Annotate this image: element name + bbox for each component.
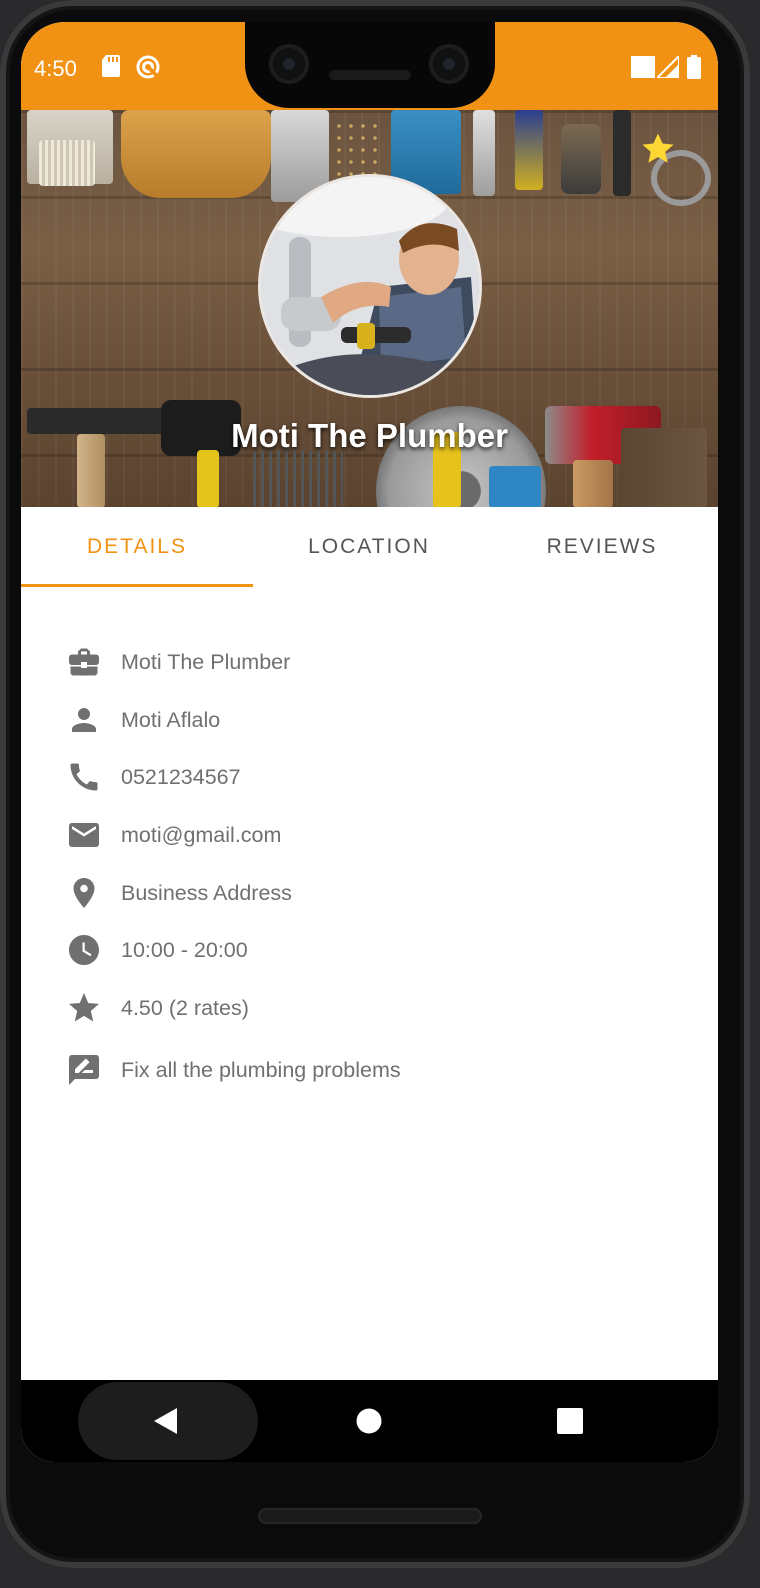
detail-owner-name: Moti Aflalo <box>65 702 220 739</box>
briefcase-icon <box>65 644 102 681</box>
front-sensor <box>429 44 469 84</box>
hours-text: 10:00 - 20:00 <box>121 937 248 962</box>
email-icon <box>65 817 102 854</box>
device-frame: 4:50 Moti The Plumber DETAILS LOCATION R… <box>0 0 750 1568</box>
detail-email[interactable]: moti@gmail.com <box>65 817 281 854</box>
system-nav-bar <box>21 1380 718 1462</box>
business-avatar <box>258 174 482 398</box>
status-time: 4:50 <box>34 56 77 81</box>
detail-phone[interactable]: 0521234567 <box>65 759 241 796</box>
tab-location[interactable]: LOCATION <box>253 507 485 587</box>
address-text: Business Address <box>121 880 292 905</box>
description-text: Fix all the plumbing problems <box>121 1057 401 1082</box>
detail-rating: 4.50 (2 rates) <box>65 990 249 1027</box>
earpiece-speaker <box>329 70 411 80</box>
wifi-icon <box>631 56 655 78</box>
business-name-text: Moti The Plumber <box>121 649 291 674</box>
rating-text: 4.50 (2 rates) <box>121 995 249 1020</box>
star-icon <box>65 990 102 1027</box>
front-camera <box>269 44 309 84</box>
home-icon[interactable] <box>355 1407 383 1435</box>
sync-status-icon <box>136 55 161 80</box>
battery-icon <box>687 55 701 79</box>
detail-business-name: Moti The Plumber <box>65 644 290 681</box>
owner-name-text: Moti Aflalo <box>121 707 221 732</box>
tab-details[interactable]: DETAILS <box>21 507 253 587</box>
detail-address[interactable]: Business Address <box>65 875 292 912</box>
active-tab-indicator <box>21 584 253 587</box>
location-pin-icon <box>65 875 102 912</box>
person-icon <box>65 702 102 739</box>
recent-apps-icon[interactable] <box>556 1407 584 1435</box>
detail-description: Fix all the plumbing problems <box>65 1052 401 1089</box>
plumber-photo <box>261 177 479 395</box>
detail-hours: 10:00 - 20:00 <box>65 932 248 969</box>
phone-text: 0521234567 <box>121 764 241 789</box>
favorite-star-icon[interactable] <box>639 130 677 168</box>
back-icon[interactable] <box>151 1406 181 1436</box>
phone-icon <box>65 759 102 796</box>
tab-reviews[interactable]: REVIEWS <box>486 507 718 587</box>
edit-note-icon <box>65 1052 102 1089</box>
app-screen: 4:50 Moti The Plumber DETAILS LOCATION R… <box>21 22 718 1462</box>
cell-signal-icon <box>657 56 679 78</box>
sd-card-icon <box>102 55 120 77</box>
tab-bar: DETAILS LOCATION REVIEWS <box>21 507 718 587</box>
clock-icon <box>65 932 102 969</box>
camera-notch <box>245 22 495 108</box>
business-title: Moti The Plumber <box>231 417 508 454</box>
business-header: Moti The Plumber <box>21 110 718 507</box>
device-bottom-speaker <box>258 1508 482 1524</box>
email-text: moti@gmail.com <box>121 822 282 847</box>
